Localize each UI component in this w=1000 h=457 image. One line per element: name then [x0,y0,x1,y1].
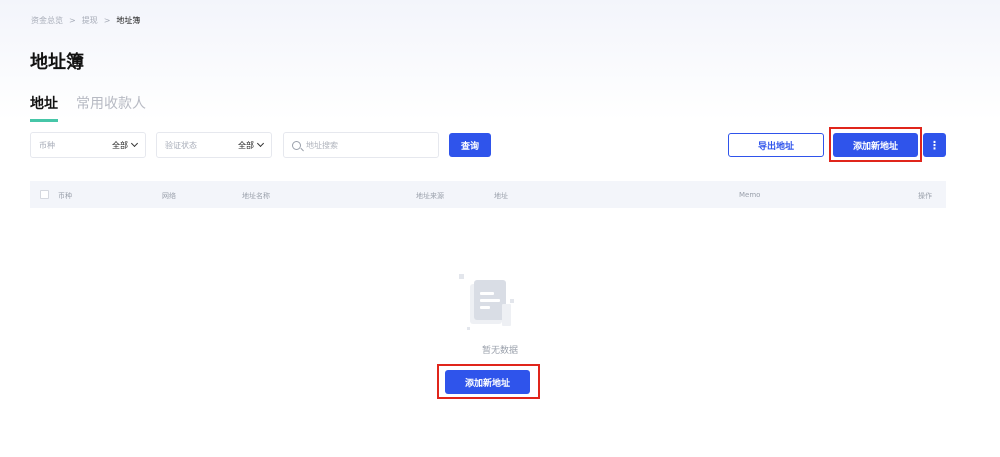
chevron-down-icon [130,139,139,148]
tab-bar: 地址 常用收款人 [30,93,146,122]
empty-document-icon [459,274,514,330]
column-header-currency: 币种 [58,192,72,200]
empty-add-address-button[interactable]: 添加新地址 [445,370,530,394]
breadcrumb: 资金总览 > 提现 > 地址簿 [31,15,140,26]
address-search-box [283,132,439,158]
column-header-memo: Memo [739,191,761,199]
breadcrumb-item-current: 地址簿 [116,16,141,25]
verify-status-value-wrap: 全部 [238,139,265,151]
currency-select-value-wrap: 全部 [112,139,139,151]
currency-select-label: 币种 [39,140,55,150]
add-address-button[interactable]: 添加新地址 [833,133,918,157]
chevron-right-icon: > [103,16,111,25]
column-header-address: 地址 [494,192,508,200]
chevron-right-icon: > [69,16,76,25]
empty-state-text: 暂无数据 [481,346,518,356]
query-button[interactable]: 查询 [449,133,491,157]
column-header-network: 网络 [162,192,176,200]
search-icon [292,140,301,150]
address-search-input[interactable] [306,140,426,150]
column-header-actions: 操作 [918,192,932,200]
column-header-address-source: 地址来源 [416,192,444,200]
breadcrumb-item-withdraw[interactable]: 提现 [82,15,98,26]
export-address-button[interactable]: 导出地址 [728,133,824,157]
tab-frequent-payees[interactable]: 常用收款人 [76,93,146,122]
currency-select[interactable]: 币种 全部 [30,132,146,158]
currency-select-value: 全部 [112,140,128,150]
chevron-down-icon [256,139,265,148]
more-options-button[interactable]: ⋮ [923,133,946,157]
verify-status-value: 全部 [238,140,254,150]
page-title: 地址簿 [30,52,84,73]
breadcrumb-item-assets[interactable]: 资金总览 [31,15,63,26]
verify-status-label: 验证状态 [165,140,197,150]
verify-status-select[interactable]: 验证状态 全部 [156,132,272,158]
column-header-address-name: 地址名称 [242,192,270,200]
tab-address[interactable]: 地址 [30,93,58,122]
select-all-checkbox[interactable] [40,190,49,199]
table-header: 币种 网络 地址名称 地址来源 地址 Memo 操作 [30,181,946,208]
